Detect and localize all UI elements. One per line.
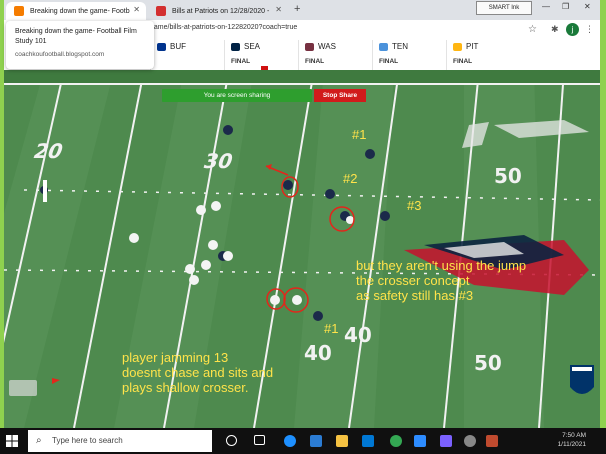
yard-number: 40 <box>344 323 372 347</box>
game-status: FINAL <box>305 58 325 65</box>
search-icon: ⌕ <box>36 435 42 446</box>
nfl-field-logo-icon <box>9 380 37 396</box>
football-field: 20 30 40 50 40 50 <box>4 70 600 428</box>
nfl-favicon-icon <box>156 6 166 16</box>
score-game-was[interactable]: WAS FINAL <box>298 40 372 70</box>
windows-start-icon[interactable] <box>6 435 18 447</box>
new-tab-button[interactable]: + <box>294 3 300 15</box>
note-line: player jamming 13 <box>122 350 229 365</box>
tooltip-title: Breaking down the game- Football Film St… <box>15 28 137 45</box>
note-line: doesnt chase and sits and <box>122 365 274 380</box>
team-abbr: TEN <box>392 42 408 51</box>
browser-menu-icon[interactable]: ⋮ <box>585 24 594 35</box>
score-game-buf[interactable]: BUF <box>150 40 224 70</box>
taskbar-search-input[interactable]: ⌕ Type here to search <box>28 430 212 452</box>
game-film-video[interactable]: 20 30 40 50 40 50 <box>4 70 600 428</box>
team-abbr: PIT <box>466 42 479 51</box>
maximize-icon[interactable]: ❐ <box>562 2 569 11</box>
score-game-sea[interactable]: SEA FINAL <box>224 40 298 70</box>
smart-ink-toolbar[interactable]: SMART Ink <box>476 1 532 15</box>
browser-window: Breaking down the game- Footb ✕ Bills at… <box>0 0 600 454</box>
team-logo-icon <box>305 43 314 51</box>
bookmark-star-icon[interactable]: ☆ <box>528 24 537 35</box>
annotation-label-2: #2 <box>343 171 358 186</box>
windows-taskbar: ⌕ Type here to search 7:50 AM 1/11/2021 <box>0 428 606 454</box>
score-game-ten[interactable]: TEN FINAL <box>372 40 446 70</box>
note-line: as safety still has #3 <box>356 288 474 303</box>
yard-number: 50 <box>474 351 502 375</box>
team-logo-icon <box>379 43 388 51</box>
team-logo-icon <box>157 43 166 51</box>
app-icon[interactable] <box>440 435 452 447</box>
close-tab-icon[interactable]: ✕ <box>133 5 140 14</box>
office-icon[interactable] <box>486 435 498 447</box>
yard-number: 50 <box>494 164 522 188</box>
extensions-icon[interactable]: ✱ <box>551 24 559 35</box>
note-line: the crosser concept <box>356 273 470 288</box>
close-window-icon[interactable]: ✕ <box>584 2 591 11</box>
tab-title: Breaking down the game- Footb <box>30 7 130 15</box>
nfl-shield-icon <box>570 365 594 394</box>
tab-nfl-game[interactable]: Bills at Patriots on 12/28/2020 - ✕ <box>148 2 288 20</box>
game-status: FINAL <box>379 58 399 65</box>
screen-sharing-banner: You are screen sharing <box>162 89 312 102</box>
word-icon[interactable] <box>310 435 322 447</box>
note-line: plays shallow crosser. <box>122 380 249 395</box>
file-explorer-icon[interactable] <box>336 435 348 447</box>
blogger-favicon-icon <box>14 6 24 16</box>
edge-browser-icon[interactable] <box>284 435 296 447</box>
task-view-icon[interactable] <box>254 435 265 445</box>
search-placeholder: Type here to search <box>52 436 123 445</box>
team-abbr: BUF <box>170 42 186 51</box>
window-border-left <box>0 0 4 428</box>
address-bar[interactable]: game/bills-at-patriots-on-12282020?coach… <box>150 24 297 31</box>
tab-hover-tooltip: Breaking down the game- Football Film St… <box>6 21 154 69</box>
mail-icon[interactable] <box>362 435 374 447</box>
chrome-icon[interactable] <box>390 435 402 447</box>
tab-title: Bills at Patriots on 12/28/2020 - <box>172 7 270 15</box>
cortana-icon[interactable] <box>226 435 237 446</box>
tab-blog[interactable]: Breaking down the game- Footb ✕ <box>6 2 146 20</box>
microphone-icon[interactable] <box>464 435 476 447</box>
annotation-note-right: but they aren't using the jump the cross… <box>356 258 526 303</box>
annotation-label-1-top: #1 <box>352 127 367 142</box>
team-logo-icon <box>231 43 240 51</box>
system-clock[interactable]: 7:50 AM 1/11/2021 <box>530 431 586 449</box>
close-tab-icon[interactable]: ✕ <box>275 5 282 14</box>
score-game-pit[interactable]: PIT FINAL <box>446 40 520 70</box>
yard-number: 40 <box>304 341 332 365</box>
note-line: but they aren't using the jump <box>356 258 527 273</box>
stop-share-button[interactable]: Stop Share <box>314 89 366 102</box>
tab-strip: Breaking down the game- Footb ✕ Bills at… <box>0 0 600 20</box>
game-status: FINAL <box>453 58 473 65</box>
clock-date: 1/11/2021 <box>557 441 586 448</box>
zoom-icon[interactable] <box>414 435 426 447</box>
annotation-label-1-bottom: #1 <box>324 321 339 336</box>
minimize-icon[interactable]: — <box>542 2 550 11</box>
team-abbr: WAS <box>318 42 336 51</box>
game-status: FINAL <box>231 58 251 65</box>
team-logo-icon <box>453 43 462 51</box>
clock-time: 7:50 AM <box>562 432 586 439</box>
annotation-note-left: player jamming 13 doesnt chase and sits … <box>122 350 273 395</box>
tooltip-domain: coachkoufootball.blogspot.com <box>15 51 105 58</box>
team-abbr: SEA <box>244 42 261 51</box>
window-border-right <box>600 0 606 428</box>
profile-avatar[interactable]: j <box>566 23 579 36</box>
annotation-label-3: #3 <box>407 198 422 213</box>
